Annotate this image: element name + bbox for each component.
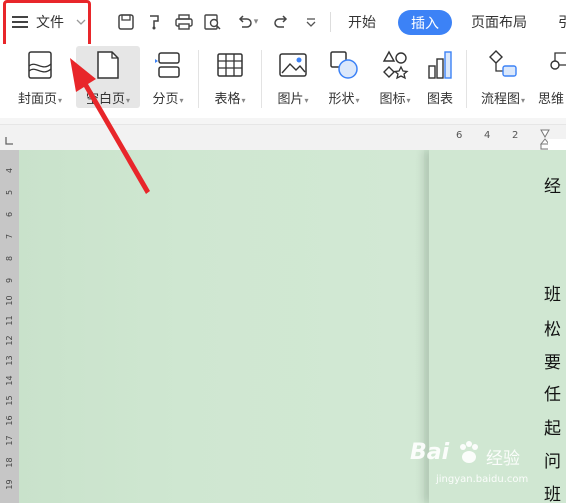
annotation-arrow: [70, 58, 150, 194]
watermark-suffix: 经验: [486, 449, 520, 469]
watermark-brand: Bai: [410, 440, 450, 465]
watermark: Bai 经验 jingyan.baidu.com: [410, 440, 560, 500]
watermark-url: jingyan.baidu.com: [436, 474, 529, 485]
paw-logo-icon: [460, 441, 478, 463]
